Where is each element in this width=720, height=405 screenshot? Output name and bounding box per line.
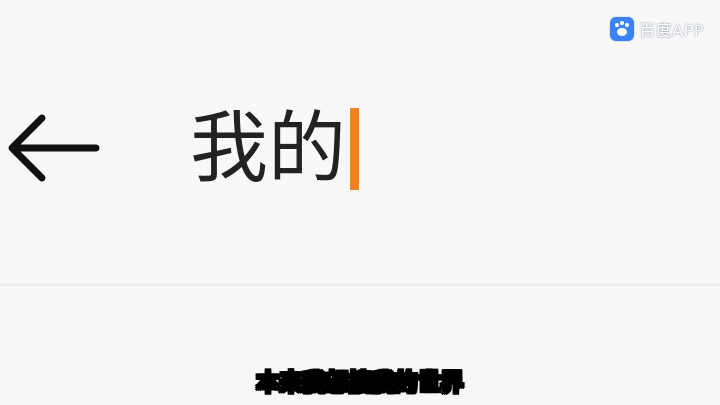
video-subtitle: 本来我想搜我的世界	[256, 370, 464, 397]
search-bar: 我的 百度APP	[0, 0, 720, 283]
back-button[interactable]	[4, 110, 100, 186]
back-arrow-icon	[8, 114, 100, 182]
baidu-paw-icon	[610, 17, 635, 41]
watermark-text: 百度APP	[639, 21, 704, 40]
text-cursor	[350, 108, 360, 190]
watermark: 百度APP	[610, 16, 704, 42]
search-query-text: 我的	[190, 104, 347, 194]
search-input[interactable]: 我的	[190, 104, 360, 194]
app-screen: 我的 百度APP 本来我想搜我的世界	[0, 0, 720, 405]
